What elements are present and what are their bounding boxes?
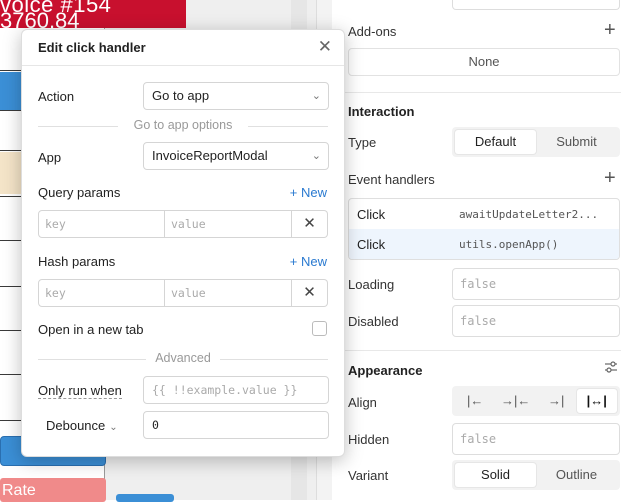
- inspector-top-input[interactable]: [452, 0, 620, 10]
- align-segmented-control: |← →|← →| |↔|: [452, 386, 620, 416]
- only-run-when-text: Only run when: [38, 383, 122, 399]
- remove-icon[interactable]: ✕: [292, 210, 328, 238]
- hidden-label: Hidden: [348, 432, 390, 447]
- hash-value-input[interactable]: value: [165, 279, 292, 307]
- rate-button[interactable]: Rate: [0, 478, 106, 502]
- variant-label: Variant: [348, 468, 389, 483]
- settings-sliders-icon-svg: [605, 361, 617, 373]
- handler-action: utils.openApp(): [459, 237, 559, 251]
- addons-label: Add-ons: [348, 24, 397, 39]
- open-new-tab-label: Open in a new tab: [38, 322, 144, 337]
- action-select[interactable]: Go to app ⌄: [143, 82, 329, 110]
- hidden-input[interactable]: false: [452, 423, 620, 455]
- debounce-input[interactable]: 0: [143, 411, 329, 439]
- align-left-icon[interactable]: |←: [455, 389, 496, 413]
- invoice-banner[interactable]: voice #154 3760.84: [0, 0, 186, 28]
- event-handlers-list: Click awaitUpdateLetter2... Click utils.…: [348, 198, 620, 260]
- section-divider: [332, 92, 621, 93]
- action-label: Action: [38, 89, 75, 104]
- handler-action: awaitUpdateLetter2...: [459, 207, 599, 221]
- addons-none-field[interactable]: None: [348, 48, 620, 76]
- canvas-blue-cell[interactable]: [0, 72, 22, 110]
- disabled-label: Disabled: [348, 314, 399, 329]
- event-handlers-label: Event handlers: [348, 172, 435, 187]
- hash-params-label: Hash params: [38, 254, 116, 269]
- app-select-value: InvoiceReportModal: [152, 148, 268, 163]
- only-run-when-input[interactable]: {{ !!example.value }}: [143, 376, 329, 404]
- chevron-down-icon: ⌄: [311, 150, 321, 162]
- loading-label: Loading: [348, 277, 395, 292]
- loading-input[interactable]: false: [452, 268, 620, 300]
- canvas-tan-cell[interactable]: [0, 152, 22, 194]
- align-right-icon[interactable]: →|: [536, 389, 577, 413]
- separator-text: Go to app options: [133, 118, 233, 132]
- variant-segmented-control: Solid Outline: [452, 460, 620, 490]
- only-run-when-label: Only run when: [38, 383, 122, 399]
- section-divider: [332, 350, 621, 351]
- query-params-label: Query params: [38, 185, 121, 200]
- debounce-dropdown[interactable]: Debounce ⌄: [46, 418, 118, 433]
- modal-title: Edit click handler: [38, 40, 146, 55]
- settings-sliders-icon[interactable]: [604, 360, 618, 377]
- hash-param-row: key value ✕: [38, 279, 328, 307]
- app-select[interactable]: InvoiceReportModal ⌄: [143, 142, 329, 170]
- canvas-chip[interactable]: [116, 494, 174, 502]
- modal-header: Edit click handler ✕: [22, 30, 344, 66]
- event-handler-row-selected[interactable]: Click utils.openApp(): [349, 229, 619, 259]
- advanced-separator: Advanced: [38, 351, 328, 369]
- type-default-option[interactable]: Default: [455, 130, 536, 154]
- appearance-section-title: Appearance: [348, 363, 423, 378]
- add-event-handler-plus-icon[interactable]: +: [604, 168, 616, 188]
- inspector-panel: Add-ons + None Interaction Type Default …: [332, 0, 621, 500]
- query-param-row: key value ✕: [38, 210, 328, 238]
- chevron-down-icon: ⌄: [311, 90, 321, 102]
- new-query-param-button[interactable]: + New: [290, 185, 327, 200]
- type-label: Type: [348, 135, 377, 150]
- type-submit-option[interactable]: Submit: [536, 130, 617, 154]
- chevron-down-icon: ⌄: [109, 422, 118, 433]
- align-label: Align: [348, 395, 377, 410]
- event-handler-row[interactable]: Click awaitUpdateLetter2...: [349, 199, 619, 229]
- handler-event: Click: [357, 206, 386, 222]
- align-center-icon[interactable]: →|←: [496, 389, 537, 413]
- action-select-value: Go to app: [152, 88, 210, 103]
- close-icon[interactable]: ✕: [318, 37, 332, 57]
- query-key-input[interactable]: key: [38, 210, 165, 238]
- separator-text: Advanced: [155, 351, 211, 365]
- remove-icon[interactable]: ✕: [292, 279, 328, 307]
- add-addon-plus-icon[interactable]: +: [604, 20, 616, 40]
- open-new-tab-checkbox[interactable]: [312, 321, 327, 336]
- hash-key-input[interactable]: key: [38, 279, 165, 307]
- go-to-app-options-separator: Go to app options: [38, 118, 328, 136]
- query-value-input[interactable]: value: [165, 210, 292, 238]
- disabled-input[interactable]: false: [452, 305, 620, 337]
- variant-outline-option[interactable]: Outline: [536, 463, 617, 487]
- invoice-amount: 3760.84: [0, 8, 80, 28]
- app-label: App: [38, 150, 62, 165]
- type-segmented-control: Default Submit: [452, 127, 620, 157]
- handler-event: Click: [357, 236, 386, 252]
- new-hash-param-button[interactable]: + New: [290, 254, 327, 269]
- debounce-label-text: Debounce: [46, 418, 106, 433]
- edit-click-handler-modal: Edit click handler ✕ Action Go to app ⌄ …: [21, 29, 345, 457]
- interaction-section-title: Interaction: [348, 104, 415, 119]
- variant-solid-option[interactable]: Solid: [455, 463, 536, 487]
- align-stretch-icon[interactable]: |↔|: [576, 389, 617, 413]
